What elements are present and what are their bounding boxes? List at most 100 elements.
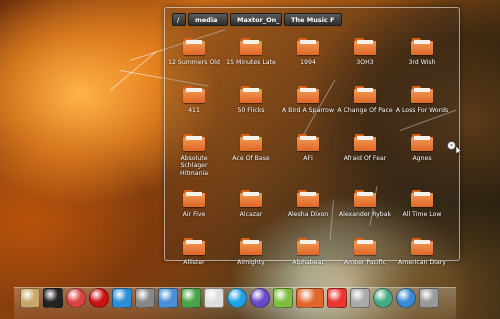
settings-gear-icon[interactable] bbox=[350, 288, 370, 308]
folder-item[interactable]: Alexander Rybak bbox=[337, 190, 393, 232]
folder-icon bbox=[240, 86, 262, 103]
breadcrumb: / media Maxtor_On_ The Music F bbox=[172, 13, 342, 26]
folder-icon bbox=[354, 238, 376, 255]
folder-icon bbox=[411, 86, 433, 103]
anchor-icon[interactable] bbox=[20, 288, 40, 308]
folder-label: AFI bbox=[303, 155, 313, 162]
folder-label: Alexander Rybak bbox=[338, 211, 392, 218]
folder-icon bbox=[183, 38, 205, 55]
folder-icon bbox=[411, 38, 433, 55]
folder-label: 50 Flicks bbox=[237, 107, 265, 114]
folder-icon bbox=[297, 190, 319, 207]
folder-icon bbox=[183, 86, 205, 103]
folder-icon bbox=[354, 86, 376, 103]
folder-item[interactable]: Amber Pacific bbox=[337, 238, 393, 280]
skype-icon[interactable] bbox=[227, 288, 247, 308]
chrome-icon[interactable] bbox=[66, 288, 86, 308]
folder-label: A Loss For Words bbox=[395, 107, 449, 114]
move-icon[interactable] bbox=[273, 288, 293, 308]
folder-item[interactable]: 411 bbox=[166, 86, 222, 128]
folder-label: Allister bbox=[183, 259, 205, 266]
folder-item[interactable]: American Diary bbox=[394, 238, 450, 280]
skype-b-icon[interactable] bbox=[112, 288, 132, 308]
folder-item[interactable]: Alphabeat bbox=[280, 238, 336, 280]
people-icon[interactable] bbox=[181, 288, 201, 308]
folder-label: Afraid Of Fear bbox=[343, 155, 387, 162]
folder-item[interactable]: Alcazar bbox=[223, 190, 279, 232]
breadcrumb-0[interactable]: / bbox=[172, 13, 186, 26]
folder-label: Air Five bbox=[182, 211, 206, 218]
folder-label: A Bird A Sparrow bbox=[281, 107, 335, 114]
folder-icon[interactable] bbox=[296, 288, 324, 308]
media-player-icon[interactable] bbox=[250, 288, 270, 308]
folder-icon bbox=[354, 134, 376, 151]
folder-icon bbox=[183, 190, 205, 207]
folder-item[interactable]: Almighty bbox=[223, 238, 279, 280]
folder-item[interactable]: All Time Low bbox=[394, 190, 450, 232]
folder-icon bbox=[411, 238, 433, 255]
folder-item[interactable]: Afraid Of Fear bbox=[337, 134, 393, 184]
folder-icon bbox=[354, 190, 376, 207]
folder-label: 1994 bbox=[300, 59, 316, 66]
mouse-cursor-icon bbox=[456, 146, 462, 155]
folder-icon bbox=[354, 38, 376, 55]
folder-item[interactable]: A Bird A Sparrow bbox=[280, 86, 336, 128]
folder-item[interactable]: Alesha Dixon bbox=[280, 190, 336, 232]
refresh-icon[interactable] bbox=[396, 288, 416, 308]
folder-item[interactable]: A Change Of Pace bbox=[337, 86, 393, 128]
opera-icon[interactable] bbox=[89, 288, 109, 308]
gmail-icon[interactable] bbox=[327, 288, 347, 308]
breadcrumb-1[interactable]: media bbox=[188, 13, 228, 26]
folder-icon bbox=[183, 134, 205, 151]
clock-icon[interactable] bbox=[373, 288, 393, 308]
folder-label: Alphabeat bbox=[292, 259, 324, 266]
folder-icon bbox=[411, 134, 433, 151]
folder-label: Absolute Schlager Hitmania bbox=[179, 155, 209, 177]
folder-icon bbox=[240, 238, 262, 255]
folder-label: 12 Summers Old bbox=[168, 59, 220, 66]
folder-item[interactable]: 3OH3 bbox=[337, 38, 393, 80]
folder-icon bbox=[240, 38, 262, 55]
pinwheel-icon[interactable] bbox=[204, 288, 224, 308]
folder-icon bbox=[240, 134, 262, 151]
terminal-icon[interactable] bbox=[43, 288, 63, 308]
breadcrumb-3[interactable]: The Music F bbox=[284, 13, 342, 26]
folder-label: Alesha Dixon bbox=[287, 211, 329, 218]
file-browser-window[interactable]: / media Maxtor_On_ The Music F 12 Summers O… bbox=[164, 7, 460, 266]
folder-item[interactable]: 50 Flicks bbox=[223, 86, 279, 128]
folder-label: Amber Pacific bbox=[343, 259, 387, 266]
folder-item[interactable]: Allister bbox=[166, 238, 222, 280]
folder-label: 3rd Wish bbox=[408, 59, 436, 66]
folder-label: 3OH3 bbox=[356, 59, 374, 66]
scroll-indicator-icon[interactable]: » bbox=[447, 141, 456, 150]
dock-icons bbox=[20, 288, 439, 308]
folder-item[interactable]: 12 Summers Old bbox=[166, 38, 222, 80]
folder-icon bbox=[297, 238, 319, 255]
folder-item[interactable]: Air Five bbox=[166, 190, 222, 232]
folder-item[interactable]: 1994 bbox=[280, 38, 336, 80]
breadcrumb-2[interactable]: Maxtor_On_ bbox=[230, 13, 282, 26]
folder-label: All Time Low bbox=[402, 211, 442, 218]
folder-item[interactable]: A Loss For Words bbox=[394, 86, 450, 128]
folder-item[interactable]: 3rd Wish bbox=[394, 38, 450, 80]
folder-item[interactable]: 15 Minutes Late bbox=[223, 38, 279, 80]
folder-label: Ace Of Base bbox=[232, 155, 270, 162]
folder-item[interactable]: AFI bbox=[280, 134, 336, 184]
folder-label: A Change Of Pace bbox=[337, 107, 393, 114]
folder-item[interactable]: Agnes bbox=[394, 134, 450, 184]
folder-icon bbox=[297, 86, 319, 103]
folder-grid: 12 Summers Old 15 Minutes Late 1994 3OH3 3rd… bbox=[165, 38, 461, 280]
folder-icon bbox=[183, 238, 205, 255]
network-icon[interactable] bbox=[158, 288, 178, 308]
folder-label: Alcazar bbox=[239, 211, 263, 218]
folder-icon bbox=[411, 190, 433, 207]
folder-item[interactable]: Ace Of Base bbox=[223, 134, 279, 184]
folder-item[interactable]: Absolute Schlager Hitmania bbox=[166, 134, 222, 184]
folder-icon bbox=[297, 134, 319, 151]
folder-icon bbox=[240, 190, 262, 207]
printer-icon[interactable] bbox=[135, 288, 155, 308]
folder-label: Almighty bbox=[237, 259, 265, 266]
folder-label: Agnes bbox=[412, 155, 432, 162]
trash-icon[interactable] bbox=[419, 288, 439, 308]
folder-label: American Diary bbox=[398, 259, 446, 266]
